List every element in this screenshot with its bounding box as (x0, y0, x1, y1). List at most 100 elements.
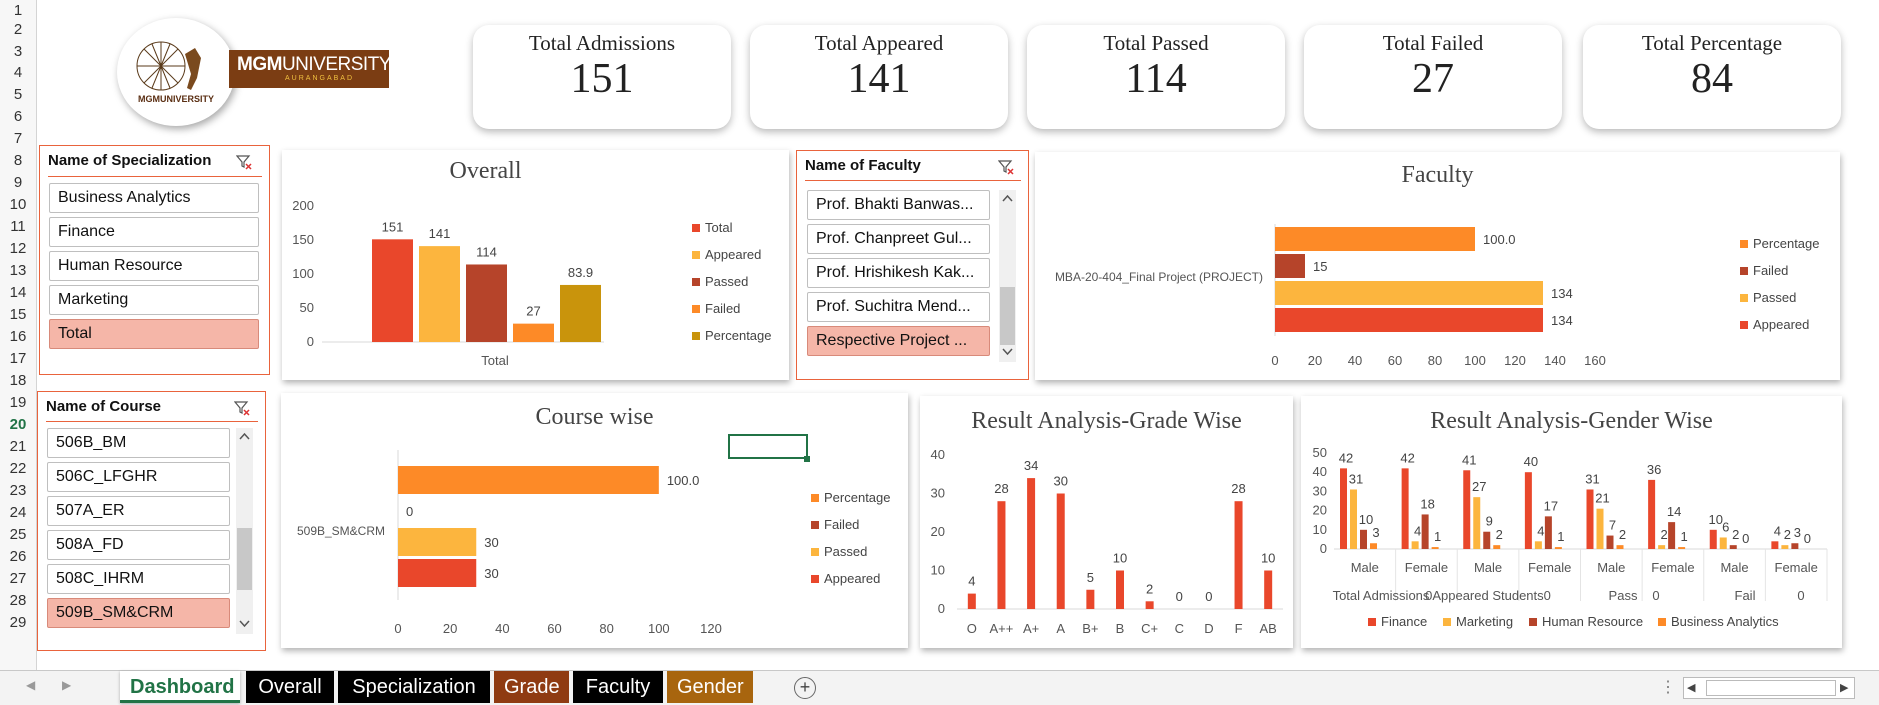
scroll-down-icon[interactable] (1002, 348, 1013, 356)
more-options-icon[interactable]: ⋮ (1660, 677, 1676, 697)
row-number[interactable]: 20 (0, 416, 36, 433)
slicer-item-total[interactable]: Total (49, 319, 259, 349)
grade-chart: 0 10 20 30 40 4 O 28 A++ 34 A+ 30 A 5 B+ 10 B 2 C+ 0 C 0 D 28 F 1… (931, 447, 1283, 636)
bar-human-resource (1606, 535, 1614, 549)
row-number[interactable]: 2 (0, 21, 36, 38)
course-slicer[interactable]: Name of Course 506B_BM 506C_LFGHR 507A_E… (37, 391, 266, 651)
scroll-thumb[interactable] (1000, 287, 1015, 345)
add-sheet-icon[interactable]: + (794, 677, 816, 699)
slicer-item-business-analytics[interactable]: Business Analytics (49, 183, 259, 213)
slicer-item-faculty[interactable]: Prof. Hrishikesh Kak... (807, 258, 990, 288)
tab-next-icon[interactable]: ▶ (62, 678, 71, 692)
bar-human-resource (1544, 516, 1552, 549)
row-number[interactable]: 19 (0, 394, 36, 411)
data-label: 0 (406, 504, 413, 519)
row-number[interactable]: 29 (0, 614, 36, 631)
row-number[interactable]: 1 (0, 2, 36, 19)
tab-dashboard[interactable]: Dashboard (120, 671, 240, 703)
row-number[interactable]: 15 (0, 306, 36, 323)
row-number[interactable]: 10 (0, 196, 36, 213)
slicer-item-course[interactable]: 506C_LFGHR (47, 462, 230, 492)
x-tick-label: A (1056, 621, 1065, 636)
x-group-label: Fail (1735, 588, 1756, 603)
horizontal-scrollbar[interactable]: ◀ ▶ (1683, 677, 1855, 699)
row-number[interactable]: 16 (0, 328, 36, 345)
row-number[interactable]: 8 (0, 152, 36, 169)
tab-overall[interactable]: Overall (246, 671, 334, 703)
fill-handle[interactable] (804, 456, 810, 462)
row-number[interactable]: 6 (0, 108, 36, 125)
tab-prev-icon[interactable]: ◀ (26, 678, 35, 692)
data-label: 4 (968, 574, 975, 589)
clear-filter-icon[interactable] (234, 400, 250, 416)
row-number[interactable]: 17 (0, 350, 36, 367)
row-number[interactable]: 27 (0, 570, 36, 587)
row-number[interactable]: 11 (0, 218, 36, 235)
faculty-chart-panel[interactable]: Faculty 100.0 15 134 134 0 20 40 60 80 100 120 140 1… (1035, 152, 1840, 380)
row-number[interactable]: 5 (0, 86, 36, 103)
logo-banner: MGMUNIVERSITY AURANGABAD (229, 50, 391, 88)
slicer-item-finance[interactable]: Finance (49, 217, 259, 247)
row-number[interactable]: 25 (0, 526, 36, 543)
hscroll-right-icon[interactable]: ▶ (1840, 681, 1848, 694)
slicer-item-course[interactable]: 508C_IHRM (47, 564, 230, 594)
bar-appeared (398, 559, 477, 587)
scroll-thumb[interactable] (237, 528, 252, 590)
bar-business-analytics (1431, 547, 1439, 549)
tab-faculty[interactable]: Faculty (573, 671, 663, 703)
data-label: 3 (1794, 525, 1801, 540)
scroll-down-icon[interactable] (239, 620, 250, 628)
legend-label: Business Analytics (1671, 614, 1779, 629)
row-number[interactable]: 13 (0, 262, 36, 279)
data-label: 4 (1774, 523, 1781, 538)
tab-gender[interactable]: Gender (667, 671, 753, 703)
slicer-item-course[interactable]: 509B_SM&CRM (47, 598, 230, 628)
row-number[interactable]: 23 (0, 482, 36, 499)
active-cell[interactable] (728, 434, 808, 459)
slicer-item-faculty[interactable]: Prof. Bhakti Banwas... (807, 190, 990, 220)
overall-chart-panel[interactable]: Overall 0 50 100 150 200 151 141 114 27 83.9 Total… (282, 150, 789, 380)
overall-chart: 0 50 100 150 200 151 141 114 27 83.9 Total Total App… (292, 198, 771, 368)
hscroll-left-icon[interactable]: ◀ (1687, 681, 1695, 694)
slicer-scrollbar[interactable] (999, 190, 1016, 362)
slicer-item-marketing[interactable]: Marketing (49, 285, 259, 315)
scroll-up-icon[interactable] (1002, 194, 1013, 202)
legend-label: Failed (705, 301, 740, 316)
slicer-item-faculty[interactable]: Prof. Suchitra Mend... (807, 292, 990, 322)
slicer-scrollbar[interactable] (236, 428, 253, 634)
row-number[interactable]: 3 (0, 43, 36, 60)
gender-chart-panel[interactable]: Result Analysis-Gender Wise 0 10 20 30 40 50 4… (1301, 396, 1842, 648)
bar-finance (1648, 479, 1656, 549)
hscroll-thumb[interactable] (1706, 680, 1836, 696)
row-number[interactable]: 22 (0, 460, 36, 477)
bar-passed (1275, 281, 1543, 305)
legend-swatch (811, 575, 819, 583)
slicer-item-human-resource[interactable]: Human Resource (49, 251, 259, 281)
slicer-item-course[interactable]: 506B_BM (47, 428, 230, 458)
clear-filter-icon[interactable] (998, 159, 1014, 175)
kpi-total-admissions: Total Admissions 151 (473, 25, 731, 129)
tab-specialization[interactable]: Specialization (338, 671, 490, 703)
tab-grade[interactable]: Grade (494, 671, 569, 703)
grade-chart-panel[interactable]: Result Analysis-Grade Wise 0 10 20 30 40 4 O 28… (920, 396, 1293, 648)
slicer-item-course[interactable]: 507A_ER (47, 496, 230, 526)
row-number[interactable]: 28 (0, 592, 36, 609)
row-number[interactable]: 21 (0, 438, 36, 455)
row-number[interactable]: 7 (0, 130, 36, 147)
row-number[interactable]: 24 (0, 504, 36, 521)
row-number[interactable]: 4 (0, 64, 36, 81)
row-number[interactable]: 26 (0, 548, 36, 565)
data-label: 4 (1414, 523, 1421, 538)
bar-business-analytics (1554, 547, 1562, 549)
slicer-item-faculty[interactable]: Respective Project ... (807, 326, 990, 356)
scroll-up-icon[interactable] (239, 432, 250, 440)
slicer-item-course[interactable]: 508A_FD (47, 530, 230, 560)
course-chart-panel[interactable]: Course wise 100.0 0 30 30 0 20 40 60 80 100 120 509… (281, 393, 908, 648)
row-number[interactable]: 14 (0, 284, 36, 301)
row-number[interactable]: 18 (0, 372, 36, 389)
row-number[interactable]: 9 (0, 174, 36, 191)
faculty-slicer[interactable]: Name of Faculty Prof. Bhakti Banwas... P… (796, 150, 1029, 380)
row-number[interactable]: 12 (0, 240, 36, 257)
x-tick-label: 60 (547, 621, 561, 636)
slicer-item-faculty[interactable]: Prof. Chanpreet Gul... (807, 224, 990, 254)
